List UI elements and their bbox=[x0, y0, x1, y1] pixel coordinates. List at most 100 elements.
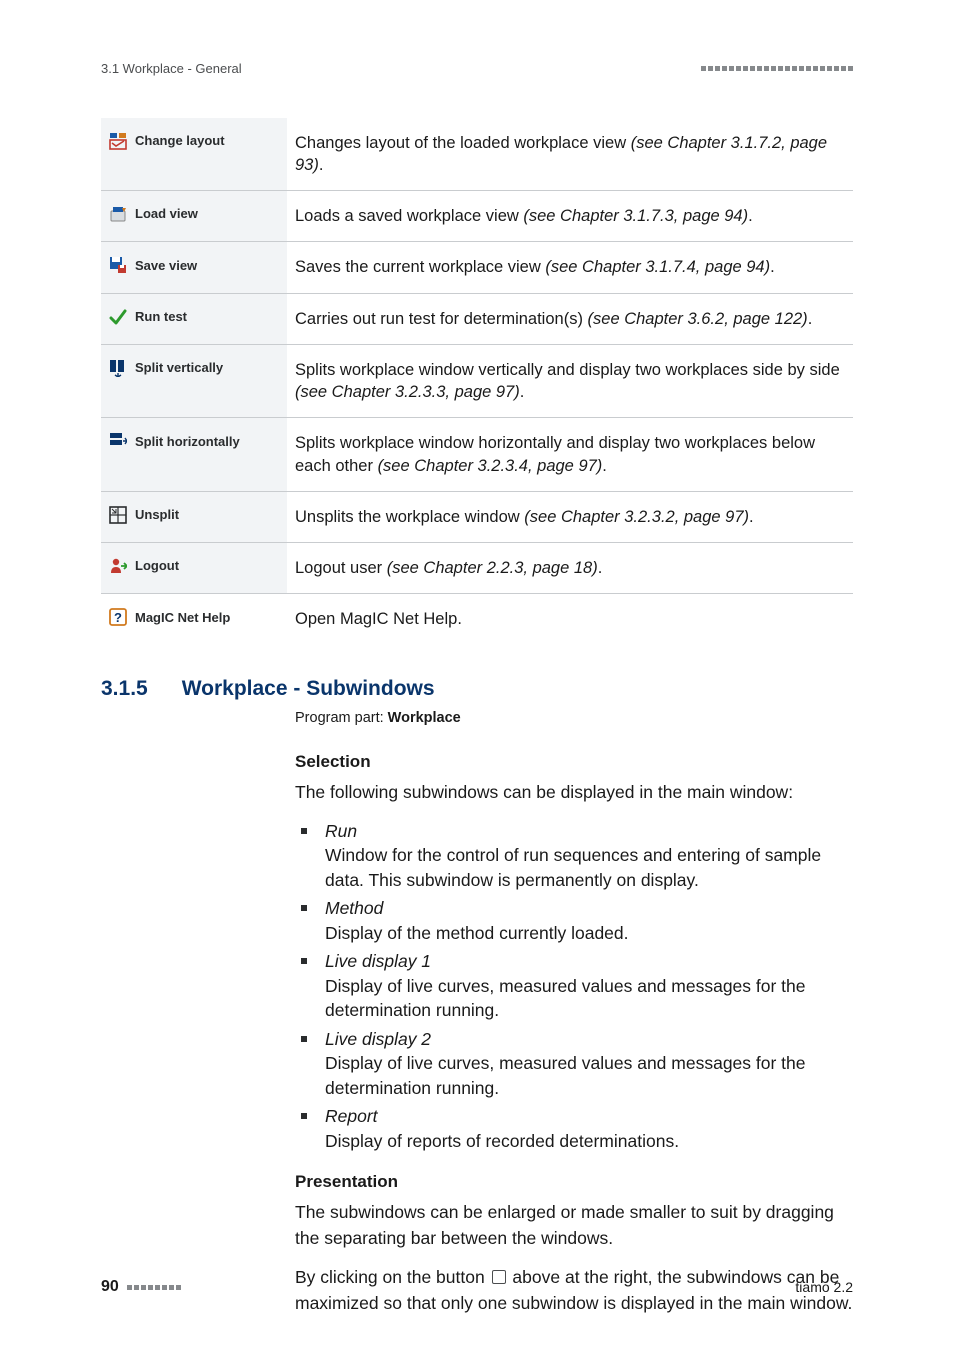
selection-item-desc: Window for the control of run sequences … bbox=[325, 843, 853, 892]
presentation-para-1: The subwindows can be enlarged or made s… bbox=[295, 1200, 853, 1251]
program-part-label: Program part: bbox=[295, 710, 388, 726]
selection-list-item: ReportDisplay of reports of recorded det… bbox=[313, 1104, 853, 1153]
toolbar-row-desc-post: . bbox=[319, 156, 324, 174]
header-tickbar bbox=[701, 66, 853, 71]
toolbar-row-desc: Loads a saved workplace view (see Chapte… bbox=[287, 191, 853, 242]
toolbar-row: Save view Saves the current workplace vie… bbox=[101, 242, 853, 293]
toolbar-row-desc-post: . bbox=[749, 508, 754, 526]
toolbar-row-label: Run test bbox=[135, 308, 279, 326]
selection-item-desc: Display of reports of recorded determina… bbox=[325, 1129, 853, 1154]
toolbar-row-desc-pre: Carries out run test for determination(s… bbox=[295, 310, 588, 328]
selection-list-item: MethodDisplay of the method currently lo… bbox=[313, 896, 853, 945]
toolbar-row-desc: Unsplits the workplace window (see Chapt… bbox=[287, 491, 853, 542]
svg-text:?: ? bbox=[114, 610, 122, 625]
load-view-icon bbox=[109, 205, 127, 223]
save-view-icon bbox=[109, 256, 127, 274]
toolbar-row-desc-post: . bbox=[598, 559, 603, 577]
toolbar-row-desc-post: . bbox=[602, 457, 607, 475]
unsplit-icon bbox=[109, 506, 127, 524]
change-layout-icon bbox=[109, 132, 127, 150]
toolbar-row-desc-pre: Unsplits the workplace window bbox=[295, 508, 524, 526]
toolbar-row-key: Split vertically bbox=[101, 344, 287, 418]
page-footer: 90 tiamo 2.2 bbox=[101, 1276, 853, 1298]
toolbar-row-desc-pre: Loads a saved workplace view bbox=[295, 207, 523, 225]
footer-tickbar bbox=[127, 1285, 181, 1290]
toolbar-row-label: MagIC Net Help bbox=[135, 609, 279, 627]
toolbar-row-label: Unsplit bbox=[135, 506, 279, 524]
toolbar-row-desc: Splits workplace window vertically and d… bbox=[287, 344, 853, 418]
toolbar-row-desc-ref: (see Chapter 3.2.3.3, page 97) bbox=[295, 383, 520, 401]
page-number: 90 bbox=[101, 1276, 119, 1298]
toolbar-row: ? MagIC Net Help Open MagIC Net Help. bbox=[101, 594, 853, 645]
toolbar-row-desc-ref: (see Chapter 3.1.7.4, page 94) bbox=[545, 258, 770, 276]
toolbar-row: Split horizontally Splits workplace windo… bbox=[101, 418, 853, 492]
selection-item-name: Live display 1 bbox=[325, 949, 853, 974]
toolbar-row-desc: Splits workplace window horizontally and… bbox=[287, 418, 853, 492]
toolbar-row-desc: Carries out run test for determination(s… bbox=[287, 293, 853, 344]
toolbar-row-desc-ref: (see Chapter 2.2.3, page 18) bbox=[387, 559, 598, 577]
program-part-value: Workplace bbox=[388, 710, 461, 726]
toolbar-row-desc-ref: (see Chapter 3.6.2, page 122) bbox=[588, 310, 808, 328]
toolbar-row-key: Change layout bbox=[101, 118, 287, 191]
toolbar-row-key: Unsplit bbox=[101, 491, 287, 542]
toolbar-row-key: Split horizontally bbox=[101, 418, 287, 492]
selection-item-name: Run bbox=[325, 819, 853, 844]
toolbar-row-desc-post: . bbox=[808, 310, 813, 328]
toolbar-row-key: Logout bbox=[101, 543, 287, 594]
toolbar-row-desc-ref: (see Chapter 3.2.3.2, page 97) bbox=[524, 508, 749, 526]
help-icon: ? bbox=[109, 608, 127, 626]
toolbar-row: Change layout Changes layout of the loade… bbox=[101, 118, 853, 191]
selection-item-name: Report bbox=[325, 1104, 853, 1129]
toolbar-row-desc-post: . bbox=[748, 207, 753, 225]
toolbar-row-desc: Logout user (see Chapter 2.2.3, page 18)… bbox=[287, 543, 853, 594]
split-horiz-icon bbox=[109, 432, 127, 450]
toolbar-row-desc-pre: Logout user bbox=[295, 559, 387, 577]
subhead-selection: Selection bbox=[295, 751, 853, 774]
toolbar-row-desc-pre: Open MagIC Net Help. bbox=[295, 610, 462, 628]
selection-item-desc: Display of the method currently loaded. bbox=[325, 921, 853, 946]
toolbar-row-key: ? MagIC Net Help bbox=[101, 594, 287, 645]
toolbar-row-desc: Changes layout of the loaded workplace v… bbox=[287, 118, 853, 191]
footer-product: tiamo 2.2 bbox=[795, 1278, 853, 1297]
toolbar-definitions-table: Change layout Changes layout of the loade… bbox=[101, 118, 853, 645]
toolbar-row-key: Run test bbox=[101, 293, 287, 344]
toolbar-row: Unsplit Unsplits the workplace window (se… bbox=[101, 491, 853, 542]
section-number: 3.1.5 bbox=[101, 675, 148, 703]
selection-list-item: RunWindow for the control of run sequenc… bbox=[313, 819, 853, 893]
selection-item-desc: Display of live curves, measured values … bbox=[325, 1051, 853, 1100]
run-test-icon bbox=[109, 308, 127, 326]
selection-list: RunWindow for the control of run sequenc… bbox=[295, 819, 853, 1154]
toolbar-row-label: Load view bbox=[135, 205, 279, 223]
selection-item-name: Live display 2 bbox=[325, 1027, 853, 1052]
toolbar-row-key: Save view bbox=[101, 242, 287, 293]
toolbar-row: Split vertically Splits workplace window … bbox=[101, 344, 853, 418]
selection-list-item: Live display 2Display of live curves, me… bbox=[313, 1027, 853, 1101]
split-vert-icon bbox=[109, 359, 127, 377]
toolbar-row-desc-post: . bbox=[520, 383, 525, 401]
selection-item-name: Method bbox=[325, 896, 853, 921]
toolbar-row-label: Save view bbox=[135, 257, 279, 275]
selection-item-desc: Display of live curves, measured values … bbox=[325, 974, 853, 1023]
toolbar-row: Run test Carries out run test for determi… bbox=[101, 293, 853, 344]
toolbar-row-label: Split horizontally bbox=[135, 433, 279, 451]
toolbar-row-label: Change layout bbox=[135, 132, 279, 150]
toolbar-row-label: Split vertically bbox=[135, 359, 279, 377]
selection-intro: The following subwindows can be displaye… bbox=[295, 780, 853, 805]
logout-icon bbox=[109, 557, 127, 575]
toolbar-row-desc: Saves the current workplace view (see Ch… bbox=[287, 242, 853, 293]
toolbar-row-desc-pre: Splits workplace window vertically and d… bbox=[295, 361, 840, 379]
subhead-presentation: Presentation bbox=[295, 1171, 853, 1194]
toolbar-row-desc-pre: Changes layout of the loaded workplace v… bbox=[295, 134, 631, 152]
toolbar-row: Logout Logout user (see Chapter 2.2.3, pa… bbox=[101, 543, 853, 594]
toolbar-row-desc-post: . bbox=[770, 258, 775, 276]
toolbar-row-key: Load view bbox=[101, 191, 287, 242]
toolbar-row-label: Logout bbox=[135, 557, 279, 575]
toolbar-row-desc: Open MagIC Net Help. bbox=[287, 594, 853, 645]
toolbar-row-desc-pre: Saves the current workplace view bbox=[295, 258, 545, 276]
toolbar-row: Load view Loads a saved workplace view (s… bbox=[101, 191, 853, 242]
running-header: 3.1 Workplace - General bbox=[101, 60, 853, 78]
selection-list-item: Live display 1Display of live curves, me… bbox=[313, 949, 853, 1023]
toolbar-row-desc-ref: (see Chapter 3.2.3.4, page 97) bbox=[378, 457, 603, 475]
section-heading: 3.1.5 Workplace - Subwindows bbox=[101, 675, 853, 703]
section-title: Workplace - Subwindows bbox=[182, 675, 435, 703]
